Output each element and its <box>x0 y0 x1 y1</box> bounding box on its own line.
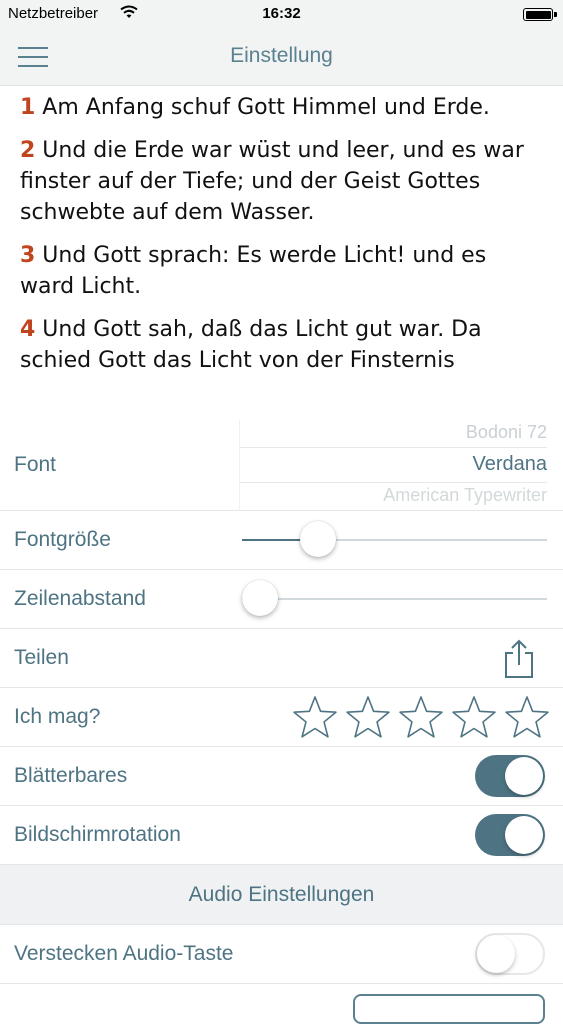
rating-row: Ich mag? <box>0 688 563 747</box>
rotation-label: Bildschirmrotation <box>14 823 181 846</box>
verse-text: Und die Erde war wüst und leer, und es w… <box>20 138 524 225</box>
battery-icon <box>523 8 557 21</box>
font-size-slider[interactable] <box>242 521 547 557</box>
slider-knob[interactable] <box>242 580 279 616</box>
nav-bar: Einstellung <box>0 28 563 86</box>
font-row: Font Bodoni 72 Verdana American Typewrit… <box>0 420 563 511</box>
font-size-row: Fontgröße <box>0 511 563 570</box>
verse-number: 2 <box>20 138 36 163</box>
verse-item: 2 Und die Erde war wüst und leer, und es… <box>20 135 547 228</box>
share-row[interactable]: Teilen <box>0 629 563 688</box>
toggle-knob <box>505 757 543 795</box>
share-icon[interactable] <box>503 639 535 679</box>
font-option[interactable]: Bodoni 72 <box>466 422 547 443</box>
verse-preview: 1 Am Anfang schuf Gott Himmel und Erde. … <box>0 88 563 420</box>
page-title: Einstellung <box>230 44 333 67</box>
font-picker[interactable]: Bodoni 72 Verdana American Typewriter <box>239 420 547 511</box>
slider-knob[interactable] <box>300 521 337 557</box>
font-label: Font <box>14 453 57 476</box>
paging-row: Blätterbares <box>0 747 563 806</box>
verse-text: Und Gott sah, daß das Licht gut war. Da … <box>20 317 482 373</box>
share-label: Teilen <box>14 646 69 669</box>
verse-number: 1 <box>20 95 36 120</box>
star-icon[interactable] <box>344 694 392 742</box>
status-time: 16:32 <box>262 5 301 22</box>
rotation-row: Bildschirmrotation <box>0 806 563 865</box>
verse-text: Und Gott sprach: Es werde Licht! und es … <box>20 243 487 299</box>
font-size-label: Fontgröße <box>14 528 111 551</box>
hide-audio-toggle[interactable] <box>475 933 545 975</box>
star-icon[interactable] <box>450 694 498 742</box>
verse-number: 4 <box>20 317 36 342</box>
status-bar: Netzbetreiber 16:32 <box>0 0 563 28</box>
verse-text: Am Anfang schuf Gott Himmel und Erde. <box>35 95 490 120</box>
toggle-knob <box>477 935 515 973</box>
rotation-toggle[interactable] <box>475 814 545 856</box>
toggle-knob <box>505 816 543 854</box>
star-icon[interactable] <box>397 694 445 742</box>
partial-button[interactable] <box>353 994 545 1024</box>
audio-section-header: Audio Einstellungen <box>0 865 563 925</box>
line-spacing-row: Zeilenabstand <box>0 570 563 629</box>
verse-item: 4 Und Gott sah, daß das Licht gut war. D… <box>20 314 547 376</box>
paging-label: Blätterbares <box>14 764 128 787</box>
verse-item: 1 Am Anfang schuf Gott Himmel und Erde. <box>20 92 547 123</box>
star-icon[interactable] <box>503 694 551 742</box>
rating-label: Ich mag? <box>14 705 101 728</box>
font-option[interactable]: American Typewriter <box>383 485 547 506</box>
font-option-selected[interactable]: Verdana <box>472 453 547 476</box>
verse-item: 3 Und Gott sprach: Es werde Licht! und e… <box>20 240 547 302</box>
line-spacing-label: Zeilenabstand <box>14 587 146 610</box>
hide-audio-label: Verstecken Audio-Taste <box>14 942 234 965</box>
verse-number: 3 <box>20 243 36 268</box>
settings-list: Font Bodoni 72 Verdana American Typewrit… <box>0 420 563 984</box>
star-rating[interactable] <box>291 694 551 742</box>
hide-audio-row: Verstecken Audio-Taste <box>0 925 563 984</box>
line-spacing-slider[interactable] <box>242 580 547 616</box>
paging-toggle[interactable] <box>475 755 545 797</box>
star-icon[interactable] <box>291 694 339 742</box>
